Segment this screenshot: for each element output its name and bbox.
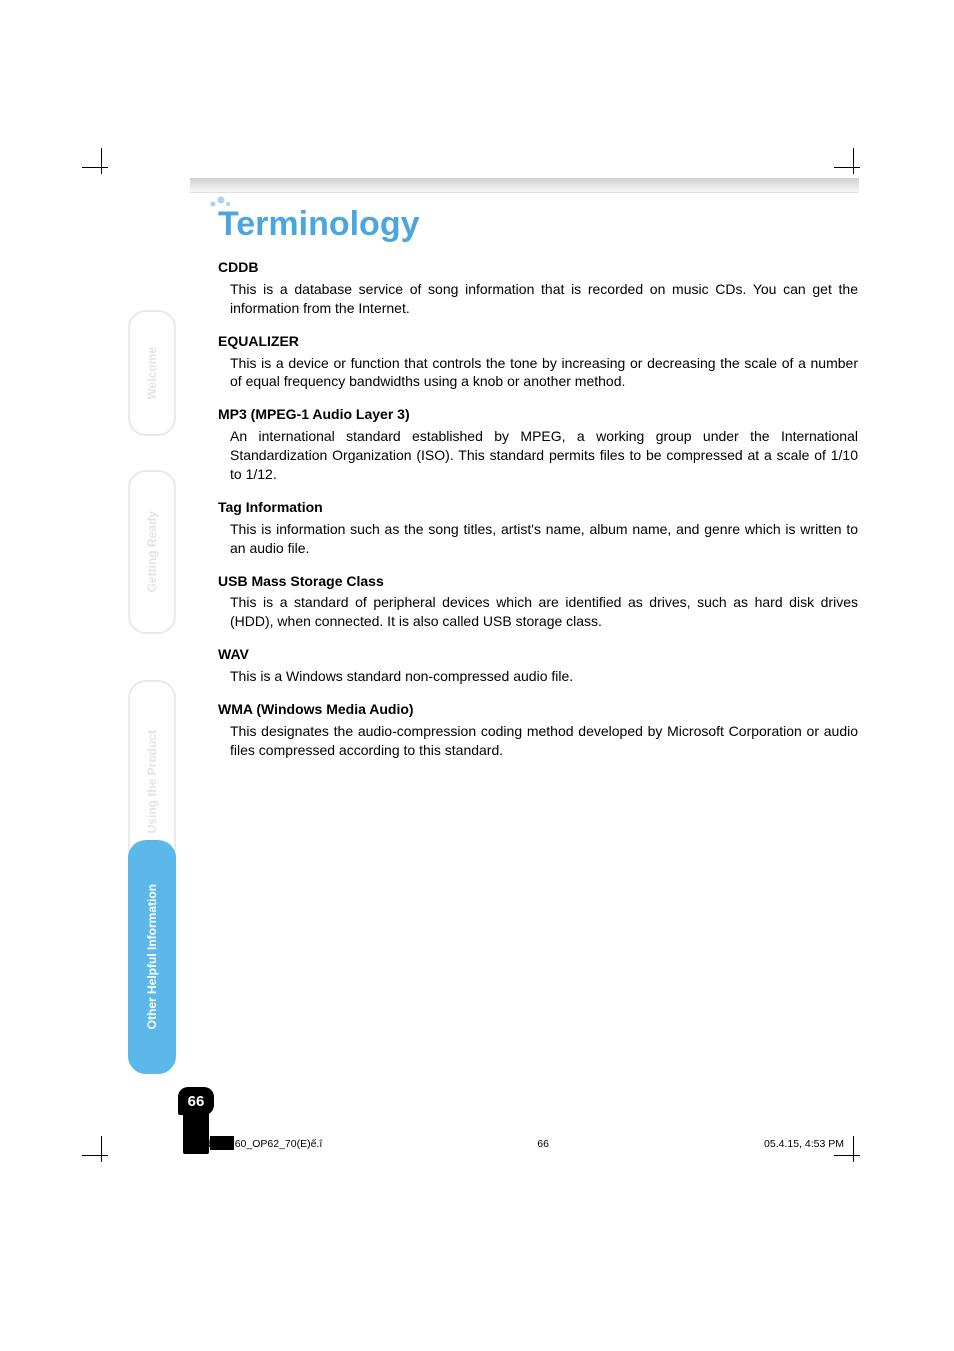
term-cddb: CDDB This is a database service of song … <box>218 258 858 318</box>
side-tab-welcome: Welcome <box>128 310 176 436</box>
term-body: This is a database service of song infor… <box>218 280 858 318</box>
footer-timestamp: 05.4.15, 4:53 PM <box>764 1138 844 1150</box>
term-body: This is a standard of peripheral devices… <box>218 593 858 631</box>
footer-line: gigabeatF60_OP62_70(E)ế.î 66 05.4.15, 4:… <box>188 1138 844 1150</box>
term-body: An international standard established by… <box>218 427 858 484</box>
term-wav: WAV This is a Windows standard non-compr… <box>218 645 858 686</box>
term-body: This designates the audio-compression co… <box>218 722 858 760</box>
side-tab-label: Getting Ready <box>145 511 159 592</box>
crop-mark-top-left <box>82 148 122 188</box>
term-body: This is a Windows standard non-compresse… <box>218 667 858 686</box>
term-heading: USB Mass Storage Class <box>218 572 858 591</box>
side-tab-getting-ready: Getting Ready <box>128 470 176 634</box>
term-heading: Tag Information <box>218 498 858 517</box>
redaction-block <box>210 1136 234 1150</box>
side-tab-label: Using the Product <box>145 730 159 833</box>
page-title: Terminology <box>218 205 420 244</box>
term-tag-information: Tag Information This is information such… <box>218 498 858 558</box>
footer-filename: gigabeatF60_OP62_70(E)ế.î <box>188 1138 322 1150</box>
header-gradient-strip <box>190 178 859 193</box>
footer-page-number: 66 <box>322 1138 764 1150</box>
term-mp3: MP3 (MPEG-1 Audio Layer 3) An internatio… <box>218 405 858 484</box>
term-wma: WMA (Windows Media Audio) This designate… <box>218 700 858 760</box>
side-tab-label: Welcome <box>145 347 159 399</box>
term-body: This is a device or function that contro… <box>218 354 858 392</box>
term-heading: CDDB <box>218 258 858 277</box>
term-body: This is information such as the song tit… <box>218 520 858 558</box>
terminology-content: CDDB This is a database service of song … <box>218 258 858 774</box>
term-usb-mass-storage: USB Mass Storage Class This is a standar… <box>218 572 858 632</box>
term-heading: WMA (Windows Media Audio) <box>218 700 858 719</box>
side-tab-label: Other Helpful Information <box>145 884 159 1029</box>
crop-mark-bottom-left <box>82 1136 122 1176</box>
term-equalizer: EQUALIZER This is a device or function t… <box>218 332 858 392</box>
term-heading: EQUALIZER <box>218 332 858 351</box>
term-heading: MP3 (MPEG-1 Audio Layer 3) <box>218 405 858 424</box>
side-tab-other-helpful-info: Other Helpful Information <box>128 840 176 1074</box>
term-heading: WAV <box>218 645 858 664</box>
